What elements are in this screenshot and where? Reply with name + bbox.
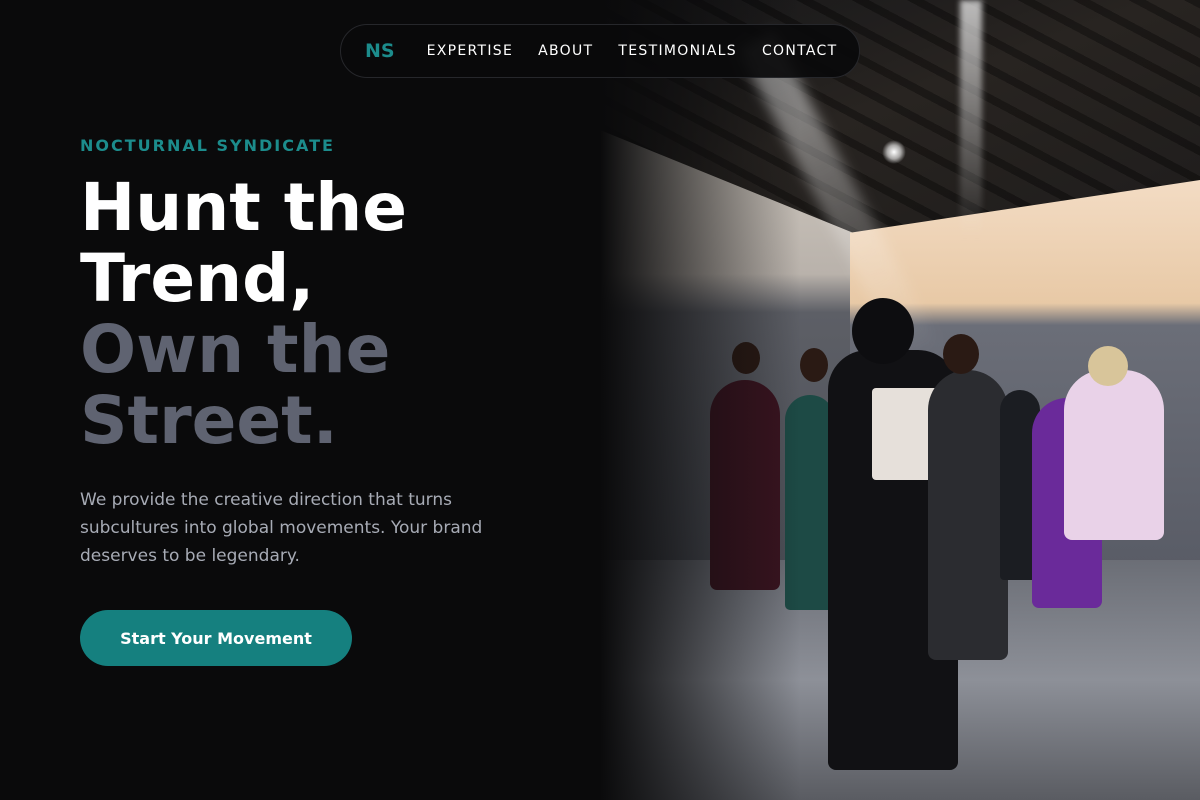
headline-line-3: Own the [80,311,391,388]
hero-headline: Hunt the Trend, Own the Street. [80,172,407,456]
hero-description: We provide the creative direction that t… [80,490,483,566]
nav-logo[interactable]: NS [365,40,395,62]
nav-link-expertise[interactable]: EXPERTISE [427,43,514,59]
hero-photo [600,0,1200,800]
top-nav: NS EXPERTISE ABOUT TESTIMONIALS CONTACT [340,24,860,78]
headline-line-4: Street. [80,382,338,459]
brand-eyebrow: NOCTURNAL SYNDICATE [80,136,335,155]
nav-link-testimonials[interactable]: TESTIMONIALS [618,43,737,59]
nav-link-about[interactable]: ABOUT [538,43,593,59]
headline-line-1: Hunt the [80,169,408,246]
start-movement-button[interactable]: Start Your Movement [80,610,352,666]
headline-line-2: Trend, [80,240,315,317]
nav-link-contact[interactable]: CONTACT [762,43,838,59]
